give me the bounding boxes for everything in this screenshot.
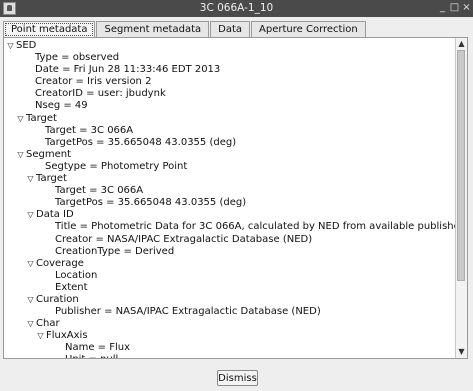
tab-point-metadata[interactable]: Point metadata: [3, 21, 96, 38]
tree-node-label: Char: [36, 318, 60, 330]
tree-node[interactable]: ▽ Char: [4, 318, 454, 330]
tree-node[interactable]: ▽ FluxAxis: [4, 330, 454, 342]
tree-node-label: Location: [55, 269, 98, 281]
scroll-up-arrow-icon[interactable]: ▲: [457, 39, 466, 49]
tree-node-label: Name = Flux: [65, 342, 131, 354]
tree-node[interactable]: Segtype = Photometry Point: [4, 161, 454, 173]
metadata-tree[interactable]: ▽ SED Type = observed Date = Fri Jun 28 11:…: [4, 40, 467, 358]
tree-node[interactable]: ▽ Coverage: [4, 258, 454, 270]
tab-data[interactable]: Data: [210, 21, 251, 38]
tree-expander-icon[interactable]: ▽: [26, 209, 35, 221]
tree-node[interactable]: Date = Fri Jun 28 11:33:46 EDT 2013: [4, 64, 454, 76]
minimize-button[interactable]: _: [437, 1, 448, 14]
tree-expander-icon[interactable]: ▽: [26, 258, 35, 270]
tree-node-label: Target = 3C 066A: [45, 124, 134, 136]
tree-node[interactable]: CreationType = Derived: [4, 246, 454, 258]
tree-node[interactable]: ▽ Target: [4, 173, 454, 185]
tree-node-label: Data ID: [36, 209, 74, 221]
scroll-down-arrow-icon[interactable]: ▼: [457, 347, 466, 357]
tree-node[interactable]: Extent: [4, 282, 454, 294]
tree-node-label: FluxAxis: [46, 330, 88, 342]
tree-node-label: Publisher = NASA/IPAC Extragalactic Data…: [55, 306, 321, 318]
tree-node-label: Creator = Iris version 2: [35, 76, 152, 88]
maximize-button[interactable]: □: [449, 1, 460, 14]
tree-node-label: Date = Fri Jun 28 11:33:46 EDT 2013: [35, 64, 221, 76]
tree-node[interactable]: ▽ Segment: [4, 149, 454, 161]
vertical-scrollbar[interactable]: ▲ ▼: [455, 38, 467, 358]
tree-node[interactable]: Creator = Iris version 2: [4, 76, 454, 88]
tree-node[interactable]: Location: [4, 270, 454, 282]
tree-node-label: Creator = NASA/IPAC Extragalactic Databa…: [55, 233, 313, 245]
tree-node[interactable]: ▽ Target: [4, 113, 454, 125]
tree-node[interactable]: Publisher = NASA/IPAC Extragalactic Data…: [4, 306, 454, 318]
tree-expander-icon[interactable]: ▽: [26, 294, 35, 306]
tree-node[interactable]: ▽ SED: [4, 40, 454, 52]
tree-node-label: Nseg = 49: [35, 100, 88, 112]
tab-segment-metadata[interactable]: Segment metadata: [96, 21, 210, 38]
tree-node-label: CreationType = Derived: [55, 245, 175, 257]
close-button[interactable]: ×: [461, 1, 472, 14]
tree-node[interactable]: ▽ Curation: [4, 294, 454, 306]
tree-expander-icon[interactable]: ▽: [26, 173, 35, 185]
tree-node-label: SED: [16, 40, 37, 51]
tree-node[interactable]: Name = Flux: [4, 342, 454, 354]
tree-node[interactable]: CreatorID = user: jbudynk: [4, 88, 454, 100]
dismiss-button[interactable]: Dismiss: [217, 370, 258, 386]
scrollbar-thumb[interactable]: [457, 50, 465, 281]
tree-node-label: Type = observed: [35, 52, 120, 64]
tree-expander-icon[interactable]: ▽: [16, 149, 25, 161]
tree-node[interactable]: ▽ Data ID: [4, 209, 454, 221]
tree-node-label: Curation: [36, 293, 79, 305]
tree-node-label: Segtype = Photometry Point: [45, 160, 188, 172]
tree-node[interactable]: TargetPos = 35.665048 43.0355 (deg): [4, 197, 454, 209]
tree-node[interactable]: Type = observed: [4, 52, 454, 64]
tree-node[interactable]: Target = 3C 066A: [4, 185, 454, 197]
tree-expander-icon[interactable]: ▽: [16, 113, 25, 125]
tree-node[interactable]: Nseg = 49: [4, 100, 454, 112]
tree-node[interactable]: TargetPos = 35.665048 43.0355 (deg): [4, 137, 454, 149]
tree-node-label: Coverage: [36, 257, 84, 269]
tree-node-label: TargetPos = 35.665048 43.0355 (deg): [55, 197, 247, 209]
tree-node-label: TargetPos = 35.665048 43.0355 (deg): [45, 136, 237, 148]
tree-expander-icon[interactable]: ▽: [36, 330, 45, 342]
tab-strip: Point metadata Segment metadata Data Ape…: [3, 21, 367, 38]
window-title: 3C 066A-1_10: [199, 2, 274, 14]
tab-aperture-correction[interactable]: Aperture Correction: [251, 21, 366, 38]
tree-node-label: Unit = null: [65, 354, 118, 358]
tree-expander-icon[interactable]: ▽: [26, 318, 35, 330]
window-titlebar[interactable]: 3C 066A-1_10 _ □ ×: [0, 0, 473, 17]
tree-node[interactable]: Title = Photometric Data for 3C 066A, ca…: [4, 221, 467, 233]
tree-node-label: Title = Photometric Data for 3C 066A, ca…: [55, 221, 468, 233]
tree-node-label: Extent: [55, 281, 88, 293]
tree-node-label: Target: [36, 173, 67, 185]
tree-node-label: CreatorID = user: jbudynk: [35, 88, 166, 100]
tree-node-label: Target = 3C 066A: [55, 185, 144, 197]
tree-expander-icon[interactable]: ▽: [6, 40, 15, 52]
tree-node-label: Target: [26, 112, 57, 124]
metadata-panel: ▽ SED Type = observed Date = Fri Jun 28 11:…: [3, 37, 468, 359]
tree-node[interactable]: Unit = null: [4, 354, 454, 358]
tree-node[interactable]: Target = 3C 066A: [4, 125, 454, 137]
tree-node-label: Segment: [26, 148, 71, 160]
tree-node[interactable]: Creator = NASA/IPAC Extragalactic Databa…: [4, 234, 454, 246]
